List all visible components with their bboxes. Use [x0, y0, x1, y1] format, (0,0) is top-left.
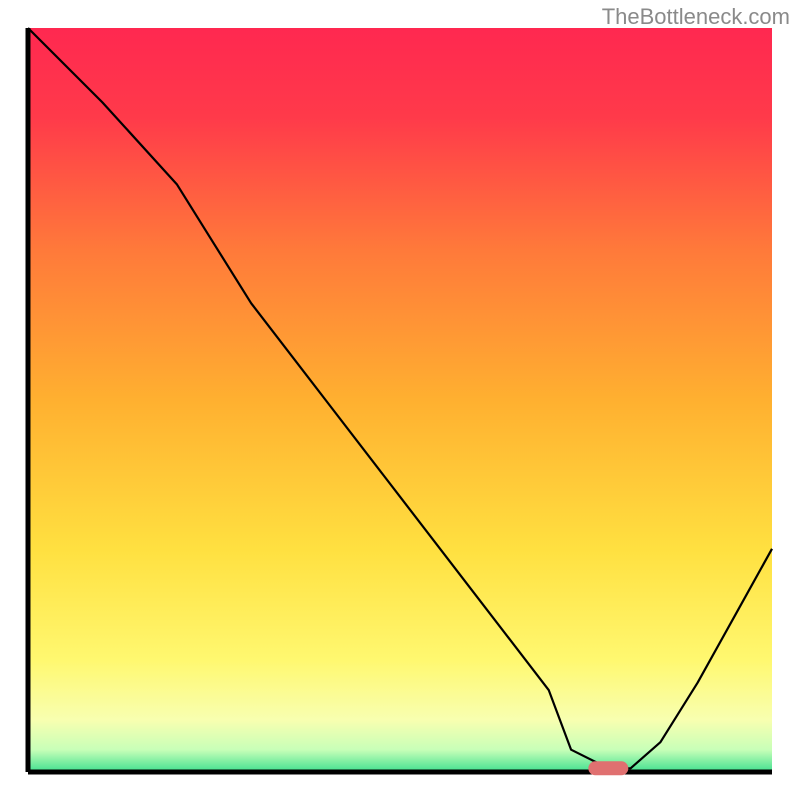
bottleneck-chart — [0, 0, 800, 800]
watermark-text: TheBottleneck.com — [602, 4, 790, 30]
chart-container — [0, 0, 800, 800]
